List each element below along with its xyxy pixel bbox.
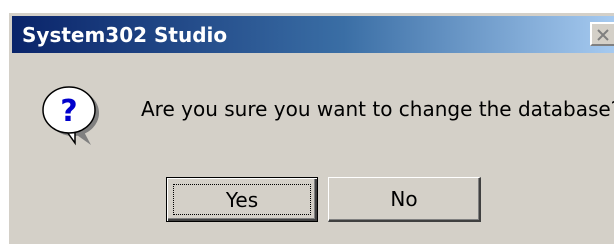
no-button-label: No xyxy=(390,187,418,211)
no-button[interactable]: No xyxy=(328,177,481,222)
yes-button-label: Yes xyxy=(225,187,259,212)
title-bar[interactable]: System302 Studio xyxy=(12,16,614,53)
window-title: System302 Studio xyxy=(22,23,228,47)
dialog-message: Are you sure you want to change the data… xyxy=(141,97,614,121)
close-icon xyxy=(597,29,609,41)
close-button[interactable] xyxy=(590,22,614,46)
question-icon: ? xyxy=(42,86,99,146)
svg-text:?: ? xyxy=(60,94,77,129)
confirm-dialog: System302 Studio ? Are you sure you want… xyxy=(8,12,614,244)
yes-button[interactable]: Yes xyxy=(166,177,318,222)
